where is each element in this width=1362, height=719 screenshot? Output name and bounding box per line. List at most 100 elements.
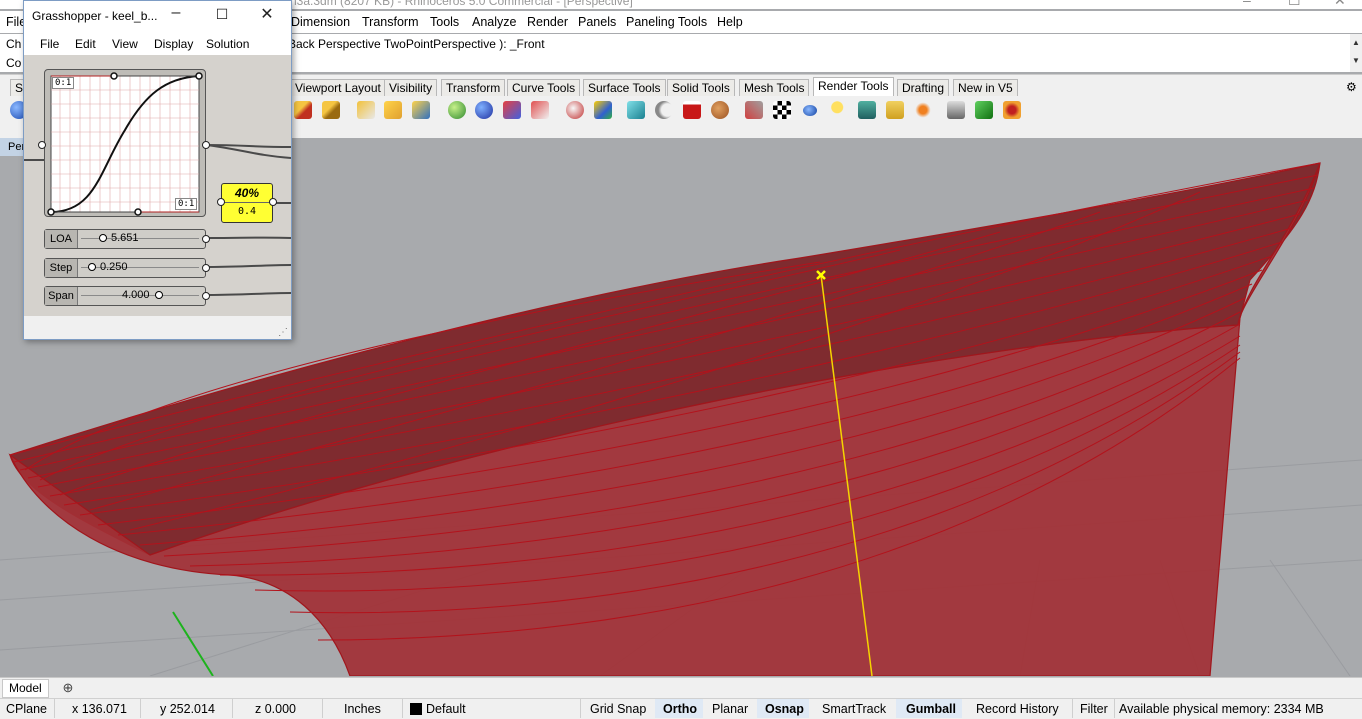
grasshopper-window: Grasshopper - keel_b... – ☐ ✕ File Edit … <box>23 0 292 340</box>
toggle-smarttrack[interactable]: SmartTrack <box>822 702 886 716</box>
tab-surface-tools[interactable]: Surface Tools <box>583 79 666 97</box>
toggle-osnap[interactable]: Osnap <box>765 702 804 716</box>
bump-texture-icon[interactable] <box>711 101 729 119</box>
texture-icon[interactable] <box>503 101 521 119</box>
rectangular-light-icon[interactable] <box>412 101 430 119</box>
linear-light-icon[interactable] <box>384 101 402 119</box>
tab-new-in-v5[interactable]: New in V5 <box>953 79 1018 97</box>
slider-loa-label: LOA <box>45 230 78 248</box>
status-units[interactable]: Inches <box>344 702 381 716</box>
slider-step-port[interactable] <box>202 264 210 272</box>
gear-icon[interactable]: ⚙ <box>1344 79 1359 96</box>
gh-menu-solution[interactable]: Solution <box>206 37 249 51</box>
tab-solid-tools[interactable]: Solid Tools <box>667 79 735 97</box>
render-icon[interactable] <box>975 101 993 119</box>
tab-curve-tools[interactable]: Curve Tools <box>507 79 581 97</box>
slider-span-knob[interactable] <box>155 291 163 299</box>
status-layer[interactable]: Default <box>426 702 466 716</box>
spotlight-icon[interactable] <box>294 101 312 119</box>
materials-icon[interactable] <box>448 101 466 119</box>
tab-transform[interactable]: Transform <box>441 79 506 97</box>
gh-minimize-icon[interactable]: – <box>161 4 191 22</box>
grasshopper-canvas[interactable]: 0:1 0:1 40% 0.4 LOA 5.651 Step 0.250 Spa <box>24 55 291 316</box>
slider-loa-knob[interactable] <box>99 234 107 242</box>
gh-menu-display[interactable]: Display <box>154 37 193 51</box>
ellipsoid-icon[interactable] <box>803 105 817 116</box>
gh-menu-file[interactable]: File <box>40 37 59 51</box>
grasshopper-statusbar: ⋰ <box>24 316 291 339</box>
tab-render-tools[interactable]: Render Tools <box>813 77 894 97</box>
folder-icon[interactable] <box>886 101 904 119</box>
status-cplane[interactable]: CPlane <box>6 702 47 716</box>
film-icon[interactable] <box>947 101 965 119</box>
directional-light-icon[interactable] <box>322 101 340 119</box>
paint-icon[interactable] <box>745 101 763 119</box>
menu-panels[interactable]: Panels <box>578 15 616 29</box>
checker-icon[interactable] <box>773 101 791 119</box>
slider-span-label: Span <box>45 287 78 305</box>
menu-dimension[interactable]: Dimension <box>291 15 350 29</box>
menu-render[interactable]: Render <box>527 15 568 29</box>
graph-mapper[interactable]: 0:1 0:1 <box>44 69 206 217</box>
slider-span-port[interactable] <box>202 292 210 300</box>
environment-icon[interactable] <box>475 101 493 119</box>
tab-viewport-layout[interactable]: Viewport Layout <box>290 79 386 97</box>
tab-mesh-tools[interactable]: Mesh Tools <box>739 79 810 97</box>
toggle-record-history[interactable]: Record History <box>976 702 1059 716</box>
graph-output-port[interactable] <box>202 141 210 149</box>
graph-range-bottom: 0:1 <box>175 198 198 210</box>
minimize-icon[interactable]: – <box>1243 0 1251 8</box>
close-icon[interactable]: ✕ <box>1334 0 1346 9</box>
graph-input-port[interactable] <box>38 141 46 149</box>
gh-close-icon[interactable]: ✕ <box>252 4 282 24</box>
maximize-icon[interactable]: ☐ <box>1288 0 1301 9</box>
slider-loa-port[interactable] <box>202 235 210 243</box>
render-window-icon[interactable] <box>683 101 701 119</box>
tab-visibility[interactable]: Visibility <box>384 79 438 97</box>
gh-menu-view[interactable]: View <box>112 37 138 51</box>
toggle-ortho[interactable]: Ortho <box>663 702 697 716</box>
tab-drafting[interactable]: Drafting <box>897 79 950 97</box>
point-light-icon[interactable] <box>357 101 375 119</box>
grasshopper-titlebar[interactable]: Grasshopper - keel_b... – ☐ ✕ <box>24 1 291 31</box>
panel-input-port[interactable] <box>217 198 225 206</box>
menu-analyze[interactable]: Analyze <box>472 15 516 29</box>
slider-loa-value: 5.651 <box>111 232 139 244</box>
slider-span-value: 4.000 <box>122 289 150 301</box>
status-memory: Available physical memory: 2334 MB <box>1119 702 1324 716</box>
bulb-icon[interactable] <box>830 101 848 119</box>
sun-icon[interactable] <box>858 101 876 119</box>
menu-paneling-tools[interactable]: Paneling Tools <box>626 15 707 29</box>
tab-model[interactable]: Model <box>2 679 49 698</box>
decal-icon[interactable] <box>531 101 549 119</box>
toggle-planar[interactable]: Planar <box>712 702 748 716</box>
menu-tools[interactable]: Tools <box>430 15 459 29</box>
toggle-grid-snap[interactable]: Grid Snap <box>590 702 646 716</box>
percent-panel[interactable]: 40% 0.4 <box>221 183 273 223</box>
model-tab-bar <box>0 677 1362 699</box>
slider-step[interactable]: Step 0.250 <box>44 258 206 278</box>
render-mesh-icon[interactable] <box>566 101 584 119</box>
panel-output-port[interactable] <box>269 198 277 206</box>
menu-help[interactable]: Help <box>717 15 743 29</box>
box-mapping-icon[interactable] <box>594 101 612 119</box>
gh-maximize-icon[interactable]: ☐ <box>207 6 237 23</box>
add-layout-icon[interactable]: ⊕ <box>60 679 76 696</box>
ground-plane-icon[interactable] <box>655 101 673 119</box>
status-filter[interactable]: Filter <box>1080 702 1108 716</box>
command-history-text: Back Perspective TwoPointPerspective ): … <box>288 37 545 51</box>
command-scrollbar[interactable]: ▲ ▼ <box>1350 34 1362 72</box>
gh-menu-edit[interactable]: Edit <box>75 37 96 51</box>
slider-span[interactable]: Span 4.000 <box>44 286 206 306</box>
cube-icon[interactable] <box>627 101 645 119</box>
resize-grip-icon[interactable]: ⋰ <box>278 327 288 338</box>
slider-step-knob[interactable] <box>88 263 96 271</box>
percent-value: 0.4 <box>237 206 257 217</box>
percent-label: 40% <box>222 184 272 203</box>
toggle-gumball[interactable]: Gumball <box>906 702 956 716</box>
slider-loa[interactable]: LOA 5.651 <box>44 229 206 249</box>
menu-transform[interactable]: Transform <box>362 15 419 29</box>
record-icon[interactable] <box>1003 101 1021 119</box>
fire-icon[interactable] <box>914 101 932 119</box>
window-title: n3a.3dm (8207 KB) - Rhinoceros 5.0 Comme… <box>290 0 633 8</box>
